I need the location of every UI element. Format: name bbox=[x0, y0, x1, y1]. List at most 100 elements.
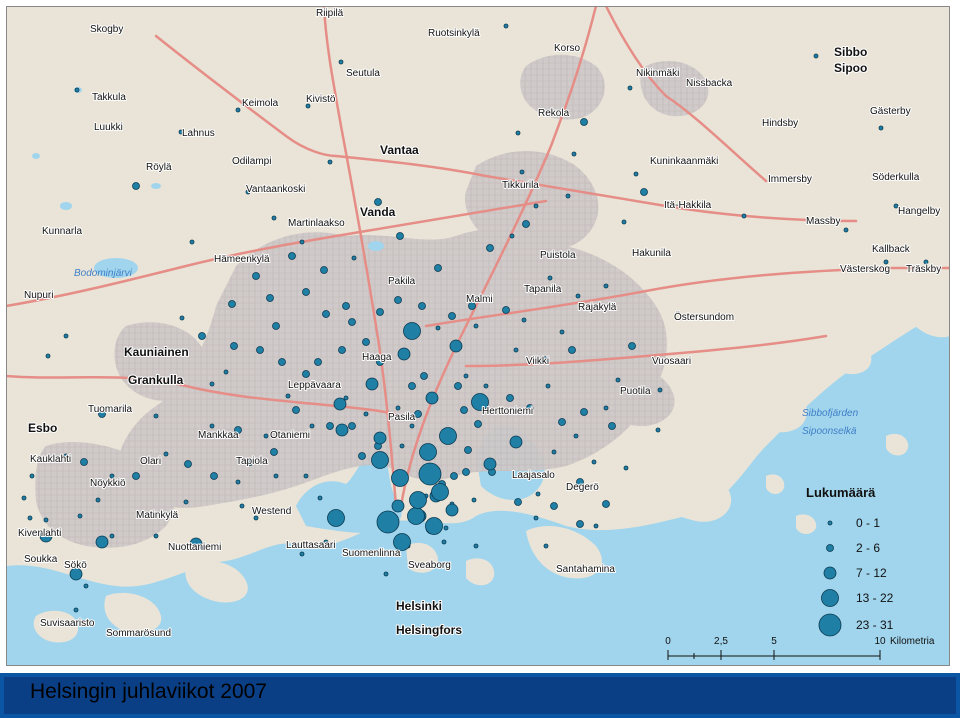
event-symbol bbox=[462, 468, 470, 476]
event-symbol bbox=[503, 23, 509, 29]
event-symbol bbox=[394, 296, 402, 304]
event-symbol bbox=[509, 435, 523, 449]
event-symbol bbox=[348, 422, 356, 430]
event-symbol bbox=[63, 333, 69, 339]
place-label: Olari bbox=[140, 456, 161, 467]
place-label: Kauniainen bbox=[124, 345, 189, 359]
event-symbol bbox=[418, 302, 426, 310]
event-symbol bbox=[608, 422, 616, 430]
place-label: Lauttasaari bbox=[286, 540, 335, 551]
event-symbol bbox=[409, 423, 415, 429]
place-label: Santahamina bbox=[556, 564, 615, 575]
event-symbol bbox=[209, 423, 215, 429]
event-symbol bbox=[407, 507, 425, 525]
place-label: Martinlaakso bbox=[288, 218, 345, 229]
legend-label: 23 - 31 bbox=[856, 618, 894, 632]
scale-tick-0: 0 bbox=[665, 636, 671, 647]
place-label: Esbo bbox=[28, 421, 57, 435]
place-label: Rekola bbox=[538, 108, 570, 119]
page-title: Helsingin juhlaviikot 2007 bbox=[30, 680, 267, 703]
event-symbol bbox=[292, 406, 300, 414]
place-label: Itä-Hakkila bbox=[664, 200, 712, 211]
event-symbol bbox=[565, 193, 571, 199]
place-label: Lahnus bbox=[182, 128, 215, 139]
map-canvas[interactable]: Riipilä Skogby Ruotsinkylä Korso Sibbo Sipoo S… bbox=[6, 6, 950, 666]
event-symbol bbox=[443, 525, 449, 531]
event-symbol bbox=[403, 322, 421, 340]
event-symbol bbox=[396, 232, 404, 240]
event-symbol bbox=[43, 517, 49, 523]
event-symbol bbox=[418, 462, 442, 486]
place-label: Västerskog bbox=[840, 264, 890, 275]
place-label: Suvisaaristo bbox=[40, 618, 95, 629]
place-label: Sibbofjärden bbox=[802, 408, 859, 419]
event-symbol bbox=[441, 539, 447, 545]
event-symbol bbox=[486, 244, 494, 252]
event-symbol bbox=[543, 543, 549, 549]
event-symbol bbox=[391, 469, 409, 487]
place-label: Nuottaniemi bbox=[168, 542, 221, 553]
event-symbol bbox=[270, 448, 278, 456]
event-symbol bbox=[571, 151, 577, 157]
event-symbol bbox=[509, 233, 515, 239]
event-symbol bbox=[514, 498, 522, 506]
event-symbol bbox=[628, 342, 636, 350]
place-label: Puotila bbox=[620, 386, 651, 397]
event-symbol bbox=[335, 423, 349, 437]
legend-label: 2 - 6 bbox=[856, 541, 880, 555]
place-label: Seutula bbox=[346, 68, 380, 79]
event-symbol bbox=[343, 395, 349, 401]
legend-symbol bbox=[818, 613, 842, 637]
event-symbol bbox=[575, 293, 581, 299]
place-label: Pakila bbox=[388, 276, 416, 287]
event-symbol bbox=[843, 227, 849, 233]
event-symbol bbox=[209, 381, 215, 387]
legend-symbol bbox=[823, 566, 837, 580]
place-label: Rajakylä bbox=[578, 302, 617, 313]
event-symbol bbox=[153, 413, 159, 419]
place-label: Malmi bbox=[466, 294, 493, 305]
event-symbol bbox=[371, 451, 389, 469]
event-symbol bbox=[256, 346, 264, 354]
place-label: Keimola bbox=[242, 98, 279, 109]
place-label: Vuosaari bbox=[652, 356, 691, 367]
event-symbol bbox=[454, 382, 462, 390]
place-label: Gästerby bbox=[870, 106, 911, 117]
event-symbol bbox=[358, 452, 366, 460]
event-symbol bbox=[314, 358, 322, 366]
place-label: Östersundom bbox=[674, 311, 734, 323]
event-symbol bbox=[376, 510, 400, 534]
event-symbol bbox=[521, 317, 527, 323]
legend-label: 0 - 1 bbox=[856, 516, 880, 530]
place-label: Tikkurila bbox=[502, 180, 539, 191]
event-symbol bbox=[576, 520, 584, 528]
place-label: Korso bbox=[554, 43, 581, 54]
event-symbol bbox=[285, 393, 291, 399]
place-label: Matinkylä bbox=[136, 510, 179, 521]
place-label: Kuninkaanmäki bbox=[650, 156, 718, 167]
title-bar: Helsingin juhlaviikot 2007 bbox=[0, 673, 960, 718]
place-label: Puistola bbox=[540, 250, 576, 261]
event-symbol bbox=[322, 310, 330, 318]
event-symbol bbox=[535, 491, 541, 497]
event-symbol bbox=[320, 266, 328, 274]
event-symbol bbox=[395, 405, 401, 411]
event-symbol bbox=[419, 443, 437, 461]
event-symbol bbox=[409, 491, 427, 509]
place-label: Riipilä bbox=[316, 8, 344, 19]
event-symbol bbox=[109, 533, 115, 539]
event-symbol bbox=[591, 459, 597, 465]
event-symbol bbox=[420, 372, 428, 380]
place-label: Röylä bbox=[146, 162, 172, 173]
event-symbol bbox=[21, 495, 27, 501]
event-symbol bbox=[83, 583, 89, 589]
event-symbol bbox=[80, 458, 88, 466]
event-symbol bbox=[210, 472, 218, 480]
event-symbol bbox=[278, 358, 286, 366]
event-symbol bbox=[239, 503, 245, 509]
event-symbol bbox=[326, 422, 334, 430]
event-symbol bbox=[189, 239, 195, 245]
event-symbol bbox=[309, 423, 315, 429]
event-symbol bbox=[558, 418, 566, 426]
place-label: Hakunila bbox=[632, 248, 671, 259]
